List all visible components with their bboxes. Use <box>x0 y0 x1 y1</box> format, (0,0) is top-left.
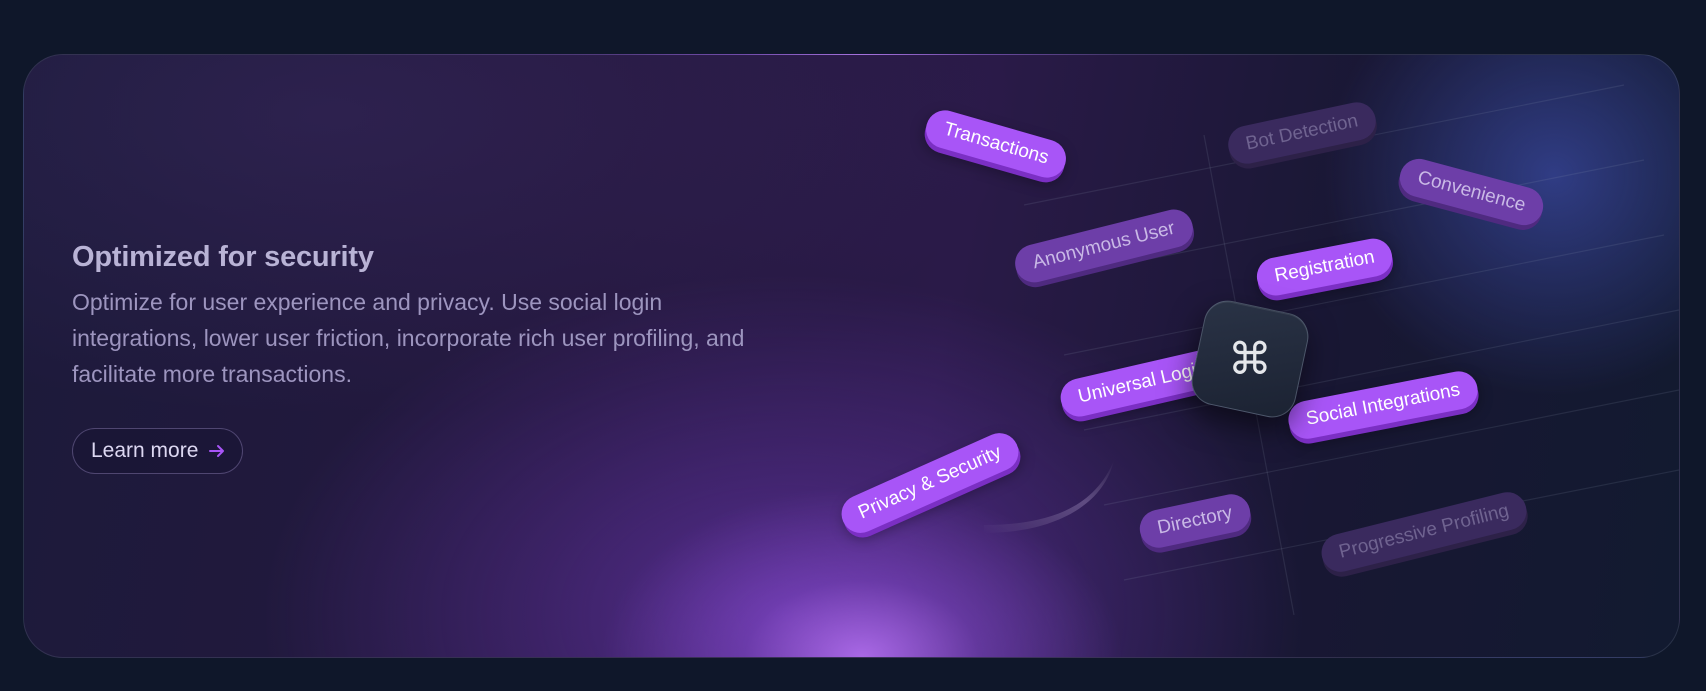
card-title: Optimized for security <box>72 241 374 273</box>
arrow-right-icon <box>209 445 225 457</box>
card-description: Optimize for user experience and privacy… <box>72 289 745 387</box>
command-key-icon: ⌘ <box>1187 296 1313 422</box>
feature-copy: Optimized for security Optimize for user… <box>72 241 752 392</box>
feature-card: Optimized for security Optimize for user… <box>23 54 1680 658</box>
learn-more-button[interactable]: Learn more <box>72 428 244 474</box>
command-glyph: ⌘ <box>1228 333 1272 385</box>
learn-more-label: Learn more <box>91 439 199 462</box>
